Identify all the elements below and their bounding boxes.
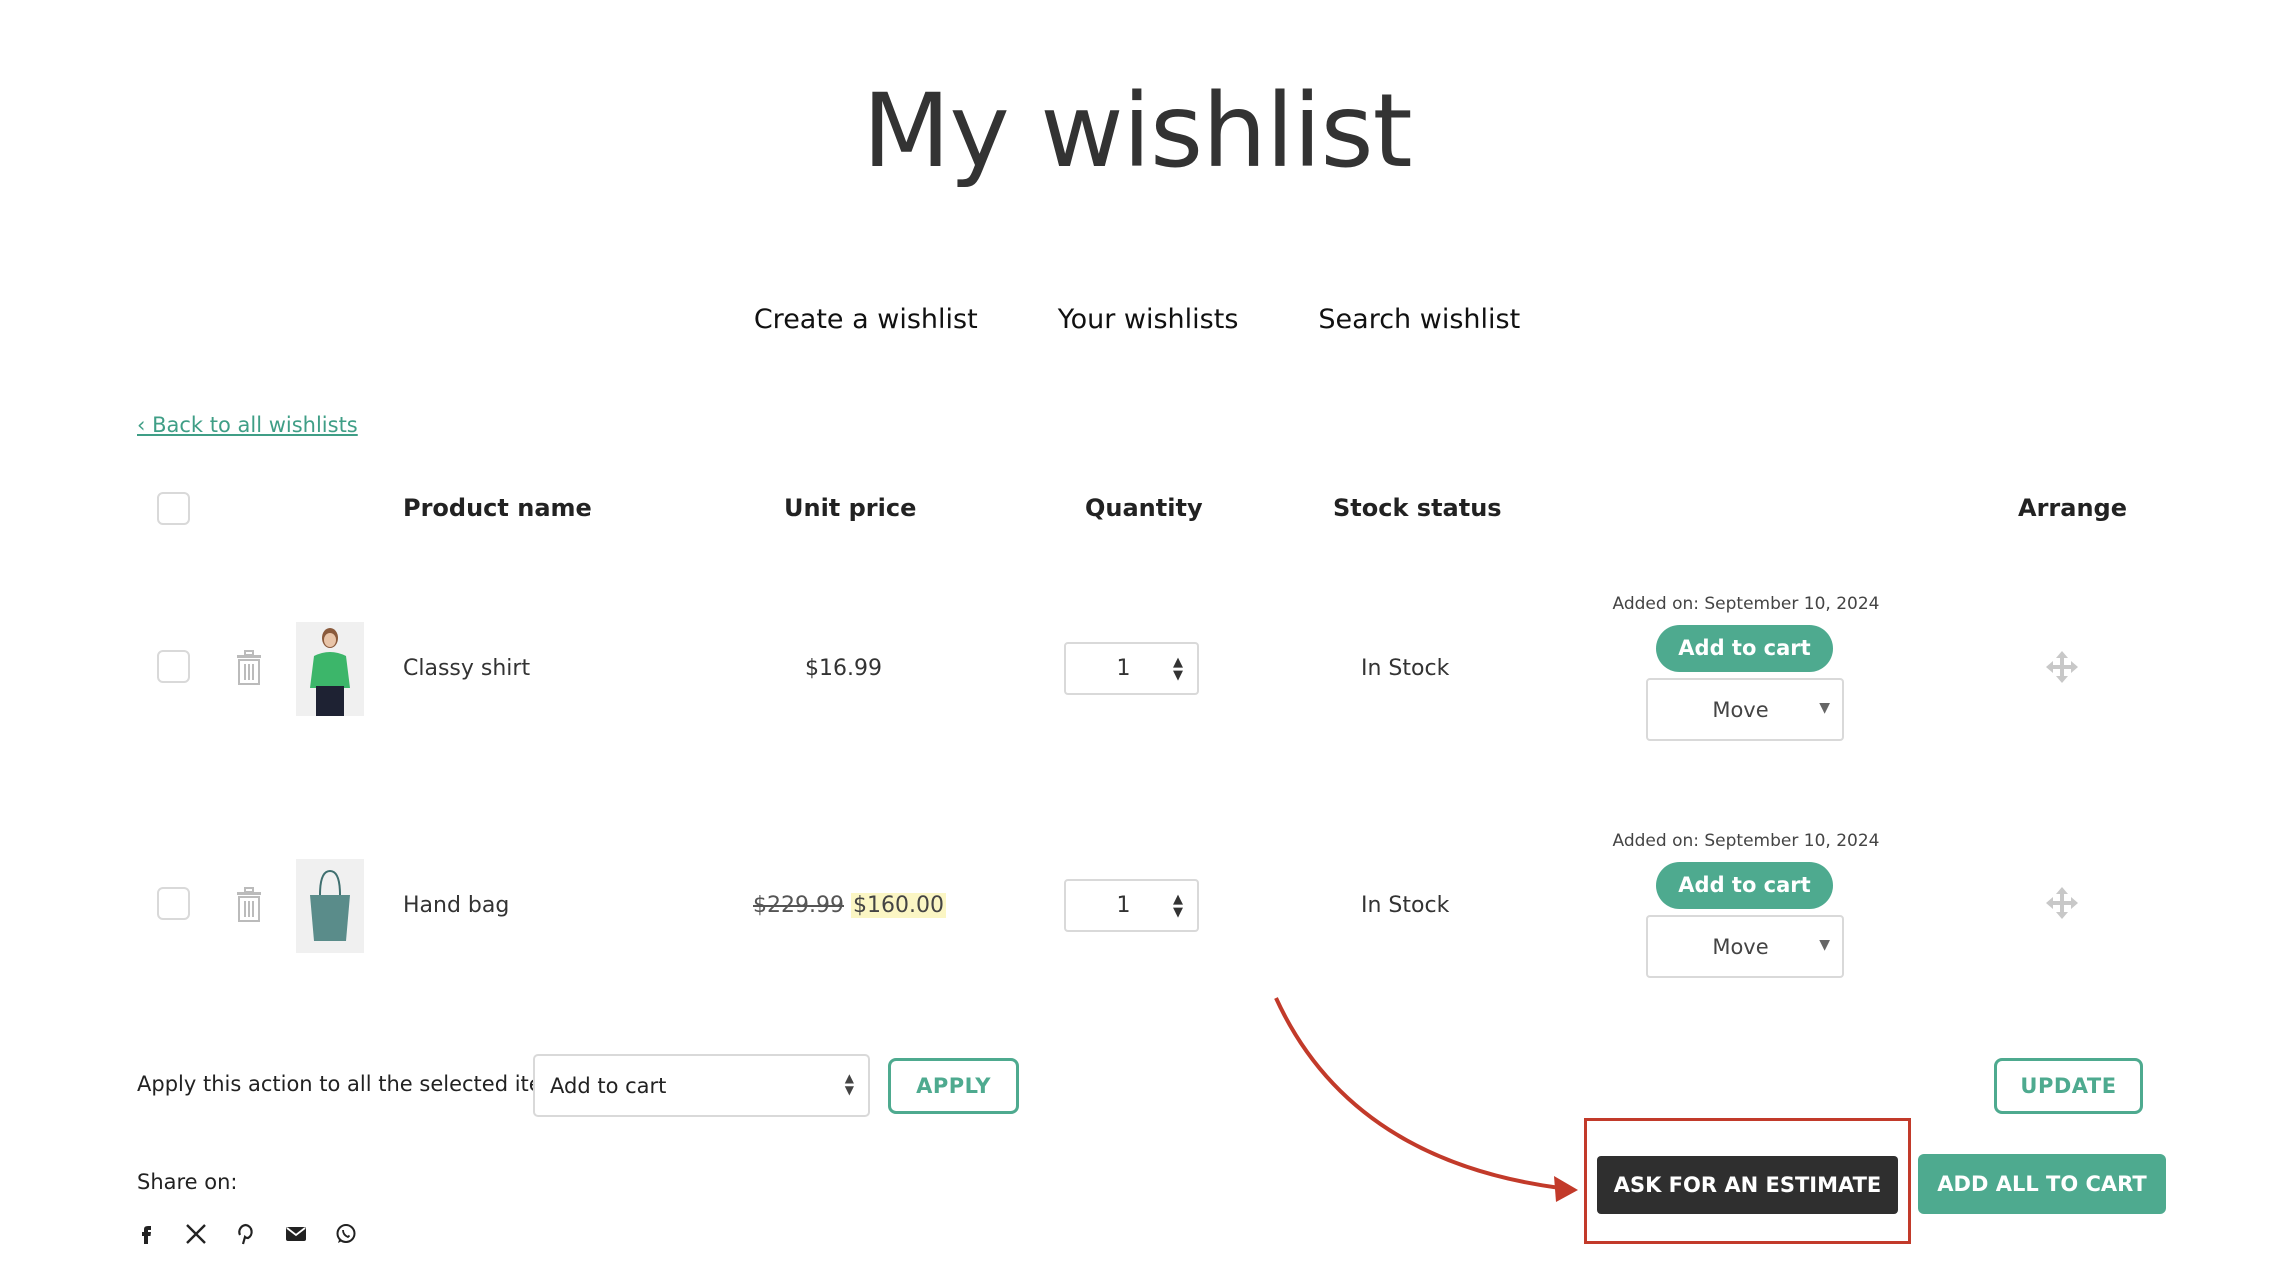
- updown-caret-icon: ▲ ▼: [844, 1071, 854, 1097]
- move-select-label: Move: [1712, 698, 1769, 722]
- whatsapp-icon[interactable]: [334, 1222, 358, 1246]
- share-label: Share on:: [137, 1170, 238, 1194]
- drag-handle-icon[interactable]: [2045, 886, 2079, 920]
- annotation-arrow: [1274, 997, 1578, 1202]
- quantity-value: 1: [1116, 656, 1131, 681]
- pinterest-icon[interactable]: [234, 1222, 258, 1246]
- facebook-icon[interactable]: [134, 1222, 158, 1246]
- header-stock-status: Stock status: [1333, 494, 1502, 522]
- nav-your-wishlists[interactable]: Your wishlists: [1058, 304, 1239, 335]
- header-product-name: Product name: [403, 494, 592, 522]
- sale-price: $160.00: [850, 893, 946, 918]
- unit-price: $16.99: [805, 656, 882, 681]
- select-all-checkbox[interactable]: [157, 492, 190, 525]
- bulk-action-label: Apply this action to all the selected it…: [137, 1072, 581, 1096]
- move-select-label: Move: [1712, 935, 1769, 959]
- add-to-cart-button[interactable]: Add to cart: [1656, 625, 1833, 672]
- back-to-wishlists-link[interactable]: ‹ Back to all wishlists: [137, 413, 358, 437]
- quantity-stepper[interactable]: 1 ▲ ▼: [1064, 642, 1199, 695]
- update-button[interactable]: UPDATE: [1994, 1058, 2143, 1114]
- ask-for-estimate-button[interactable]: ASK FOR AN ESTIMATE: [1597, 1156, 1898, 1214]
- drag-handle-icon[interactable]: [2045, 650, 2079, 684]
- product-name[interactable]: Hand bag: [403, 893, 509, 918]
- old-price: $229.99: [753, 893, 844, 918]
- spinner-arrows-icon[interactable]: ▲ ▼: [1173, 656, 1183, 682]
- nav-search-wishlist[interactable]: Search wishlist: [1318, 304, 1520, 335]
- apply-button[interactable]: APPLY: [888, 1058, 1019, 1114]
- added-on-date: Added on: September 10, 2024: [1612, 831, 1880, 851]
- product-name[interactable]: Classy shirt: [403, 656, 530, 681]
- move-select[interactable]: Move ▼: [1646, 915, 1844, 978]
- x-icon[interactable]: [184, 1222, 208, 1246]
- trash-icon[interactable]: [235, 650, 263, 686]
- quantity-value: 1: [1116, 893, 1131, 918]
- page-title: My wishlist: [862, 72, 1412, 191]
- nav-create-wishlist[interactable]: Create a wishlist: [754, 304, 978, 335]
- bulk-action-select[interactable]: Add to cart ▲ ▼: [533, 1054, 870, 1117]
- header-quantity: Quantity: [1085, 494, 1203, 522]
- added-on-date: Added on: September 10, 2024: [1612, 594, 1880, 614]
- wishlist-nav: Create a wishlist Your wishlists Search …: [0, 304, 2274, 335]
- row-checkbox[interactable]: [157, 650, 190, 683]
- stock-status: In Stock: [1361, 893, 1450, 918]
- spinner-arrows-icon[interactable]: ▲ ▼: [1173, 893, 1183, 919]
- row-checkbox[interactable]: [157, 887, 190, 920]
- caret-down-icon: ▼: [1819, 700, 1830, 716]
- header-arrange: Arrange: [2018, 494, 2127, 522]
- email-icon[interactable]: [284, 1222, 308, 1246]
- product-image-handbag[interactable]: [296, 859, 364, 953]
- header-unit-price: Unit price: [784, 494, 917, 522]
- trash-icon[interactable]: [235, 887, 263, 923]
- quantity-stepper[interactable]: 1 ▲ ▼: [1064, 879, 1199, 932]
- add-to-cart-button[interactable]: Add to cart: [1656, 862, 1833, 909]
- bulk-action-value: Add to cart: [550, 1074, 667, 1098]
- stock-status: In Stock: [1361, 656, 1450, 681]
- product-image-shirt[interactable]: [296, 622, 364, 716]
- move-select[interactable]: Move ▼: [1646, 678, 1844, 741]
- unit-price: $229.99 $160.00: [753, 893, 946, 918]
- add-all-to-cart-button[interactable]: ADD ALL TO CART: [1918, 1154, 2166, 1214]
- caret-down-icon: ▼: [1819, 937, 1830, 953]
